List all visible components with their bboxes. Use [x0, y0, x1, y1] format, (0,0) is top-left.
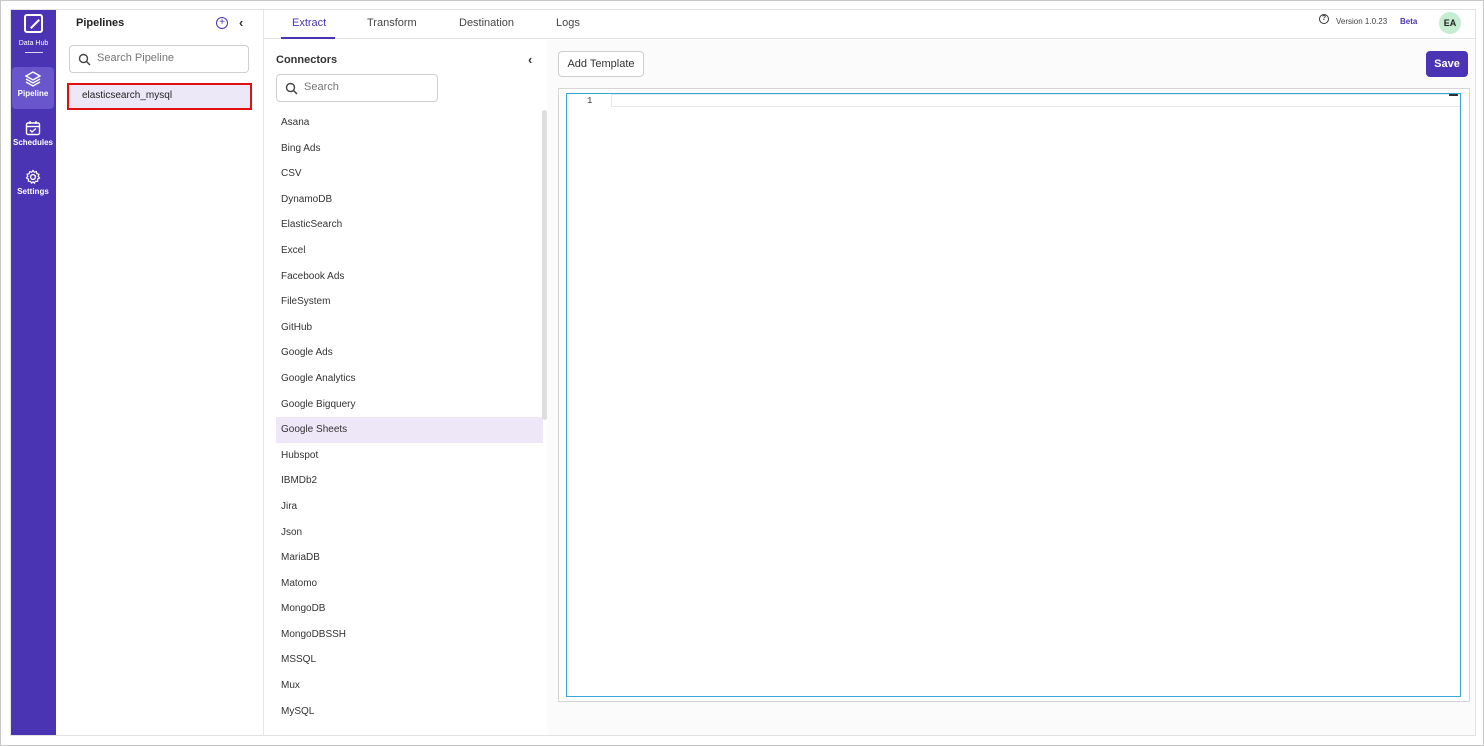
connectors-panel: Connectors ‹ AsanaBing AdsCSVDynamoDBEla…	[264, 40, 547, 735]
gear-icon	[25, 169, 41, 185]
connectors-title: Connectors	[276, 54, 338, 66]
connector-item[interactable]: MongoDBSSH	[276, 622, 543, 648]
connector-item[interactable]: ElasticSearch	[276, 212, 543, 238]
active-tab-indicator	[281, 37, 335, 39]
nav-item-label: Schedules	[12, 138, 53, 147]
connector-item[interactable]: Mux	[276, 673, 543, 699]
pipeline-search-field[interactable]	[69, 45, 249, 73]
line-number: 1	[587, 96, 593, 106]
connector-list: Asana Bing Ads CSV DynamoDB ElasticSearch Exc…	[276, 110, 543, 735]
connector-item[interactable]: Excel	[276, 238, 543, 264]
editor-overview-marker	[1449, 94, 1458, 96]
connector-item[interactable]: CSV	[276, 161, 543, 187]
connector-item[interactable]: Matomo	[276, 571, 543, 597]
help-icon[interactable]: ?	[1319, 14, 1329, 24]
layers-icon	[25, 71, 41, 87]
screenshot-frame: Data Hub Pipeline Schedules Settings Pip…	[0, 0, 1484, 746]
connector-item[interactable]: MSSQL	[276, 647, 543, 673]
pipelines-panel: Pipelines + ‹ elasticsearch_mysql	[56, 10, 264, 735]
connector-item[interactable]: Bing Ads	[276, 136, 543, 162]
add-template-button[interactable]: Add Template	[558, 51, 644, 77]
connector-item[interactable]: DynamoDB	[276, 187, 543, 213]
tab-logs[interactable]: Logs	[556, 17, 580, 29]
nav-item-label: Settings	[17, 187, 49, 196]
connector-search-field[interactable]	[276, 74, 444, 102]
search-icon	[78, 53, 91, 66]
left-nav: Data Hub Pipeline Schedules Settings	[11, 10, 56, 735]
search-icon	[285, 82, 298, 95]
pipelines-title: Pipelines	[76, 17, 125, 29]
nav-item-pipeline[interactable]: Pipeline	[12, 67, 54, 109]
logo-divider	[24, 52, 43, 53]
connector-item[interactable]: Jira	[276, 494, 543, 520]
save-button[interactable]: Save	[1426, 51, 1468, 77]
collapse-connectors-chevron-left-icon[interactable]: ‹	[528, 52, 532, 67]
tab-destination[interactable]: Destination	[459, 17, 514, 29]
tab-extract[interactable]: Extract	[292, 17, 326, 29]
nav-item-schedules[interactable]: Schedules	[12, 116, 54, 158]
calendar-icon	[25, 121, 41, 136]
beta-badge: Beta	[1400, 17, 1418, 26]
connector-item[interactable]: Json	[276, 520, 543, 546]
connector-item[interactable]: MongoDB	[276, 596, 543, 622]
connector-item[interactable]: MariaDB	[276, 545, 543, 571]
connector-item[interactable]: GitHub	[276, 315, 543, 341]
connector-item[interactable]: Google Bigquery	[276, 392, 543, 418]
app-window: Data Hub Pipeline Schedules Settings Pip…	[10, 9, 1476, 736]
connector-item[interactable]: MySQL	[276, 699, 543, 725]
logo-label: Data Hub	[18, 40, 49, 47]
collapse-pipelines-chevron-left-icon[interactable]: ‹	[239, 15, 243, 30]
current-line-highlight	[611, 94, 1460, 107]
version-label: Version 1.0.23	[1336, 17, 1388, 26]
avatar[interactable]: EA	[1439, 12, 1461, 34]
pipeline-item-label: elasticsearch_mysql	[82, 90, 173, 101]
code-editor-container: 1	[558, 88, 1470, 702]
connector-item[interactable]: Google Sheets	[276, 417, 543, 443]
main-area: Extract Transform Destination Logs ? Ver…	[264, 10, 1475, 735]
nav-item-settings[interactable]: Settings	[12, 165, 54, 207]
tab-bar: Extract Transform Destination Logs ? Ver…	[264, 10, 1475, 39]
pipeline-search-input[interactable]	[97, 52, 237, 64]
connector-item[interactable]: IBMDb2	[276, 468, 543, 494]
connector-item[interactable]: FileSystem	[276, 289, 543, 315]
connector-item[interactable]: Facebook Ads	[276, 264, 543, 290]
app-logo[interactable]: Data Hub	[11, 12, 56, 53]
add-pipeline-icon[interactable]: +	[216, 17, 228, 29]
connector-item[interactable]: Hubspot	[276, 443, 543, 469]
connector-item[interactable]: Google Ads	[276, 340, 543, 366]
logo-icon	[24, 14, 43, 33]
connector-search-input[interactable]	[304, 81, 444, 93]
connector-item[interactable]: Asana	[276, 110, 543, 136]
tab-transform[interactable]: Transform	[367, 17, 417, 29]
connector-item[interactable]: Google Analytics	[276, 366, 543, 392]
nav-item-label: Pipeline	[17, 89, 49, 98]
pipeline-item-selected[interactable]: elasticsearch_mysql	[67, 83, 252, 110]
code-editor[interactable]: 1	[566, 93, 1461, 697]
editor-area: Add Template Save 1	[547, 40, 1475, 735]
